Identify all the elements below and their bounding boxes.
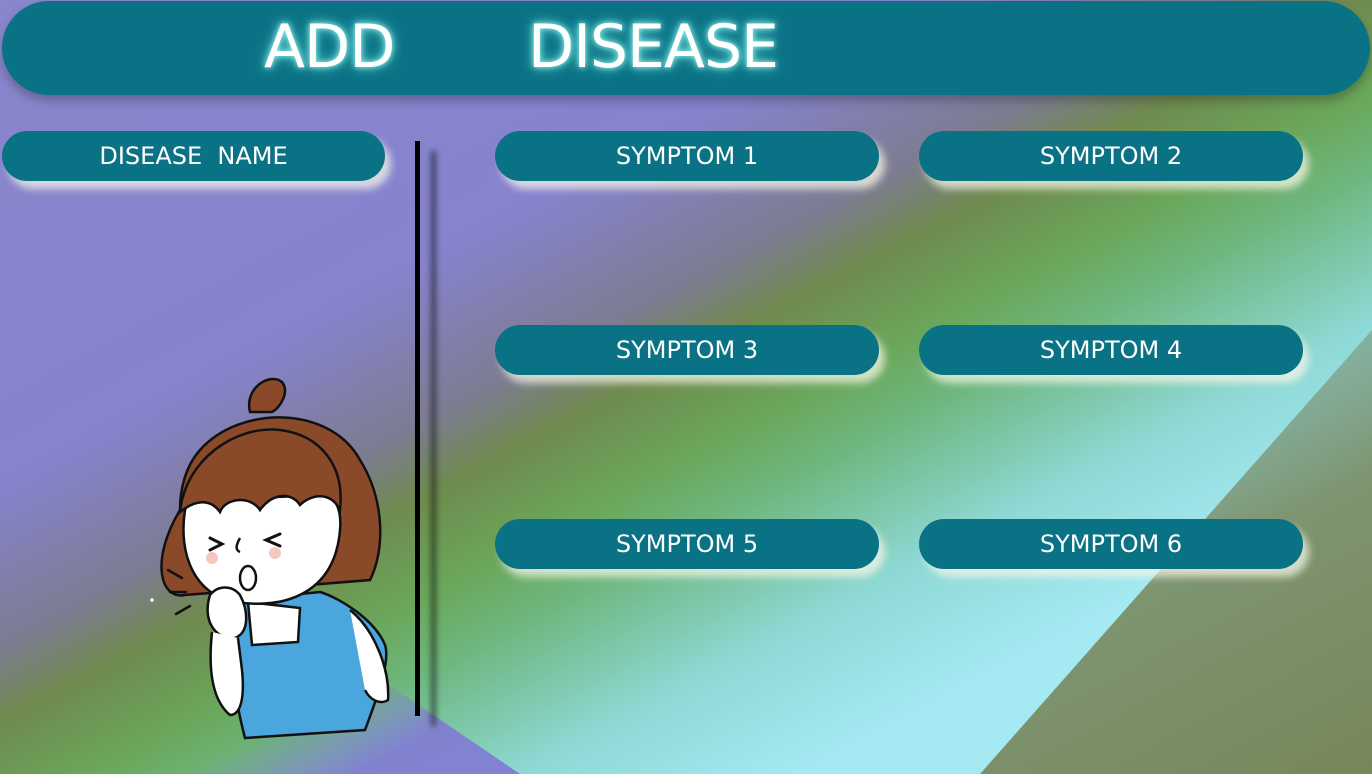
disease-name-label: DISEASE NAME [99,142,288,170]
symptom-5-label: SYMPTOM 5 [615,530,759,558]
collar [246,600,302,647]
right-cheek [269,547,281,559]
symptom-6-label: SYMPTOM 6 [1039,530,1183,558]
face [182,493,342,605]
hair-bun [247,377,287,414]
mouth [238,564,258,592]
cough-droplet [150,598,154,602]
header-title-disease: DISEASE [528,12,779,82]
symptom-1-label: SYMPTOM 1 [615,142,759,170]
left-cheek [206,552,218,564]
symptom-6-field[interactable]: SYMPTOM 6 [919,519,1303,569]
vertical-divider [415,141,420,716]
coughing-girl-illustration [150,377,390,740]
disease-name-field[interactable]: DISEASE NAME [2,131,385,181]
left-arm [209,631,245,717]
symptom-3-label: SYMPTOM 3 [615,336,759,364]
hand [206,586,248,640]
symptom-2-label: SYMPTOM 2 [1039,142,1183,170]
symptom-1-field[interactable]: SYMPTOM 1 [495,131,879,181]
symptom-4-label: SYMPTOM 4 [1039,336,1183,364]
symptom-3-field[interactable]: SYMPTOM 3 [495,325,879,375]
header-title-add: ADD [264,12,395,82]
symptom-2-field[interactable]: SYMPTOM 2 [919,131,1303,181]
header-bar: ADD DISEASE [2,1,1370,95]
cough-line-3 [174,604,192,616]
symptom-4-field[interactable]: SYMPTOM 4 [919,325,1303,375]
symptom-5-field[interactable]: SYMPTOM 5 [495,519,879,569]
